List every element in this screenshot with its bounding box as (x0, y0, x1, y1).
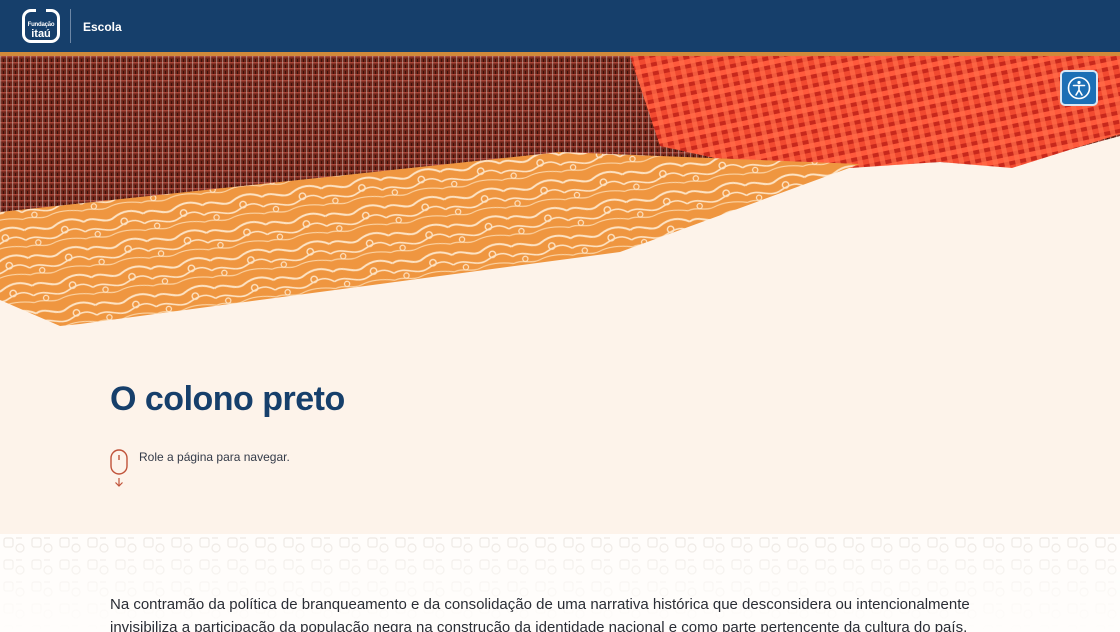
mouse-scroll-icon (110, 449, 128, 487)
hero-banner (0, 56, 1120, 336)
accessibility-icon (1067, 76, 1091, 100)
scroll-hint-text: Role a página para navegar. (139, 450, 290, 464)
header-divider (70, 9, 71, 43)
logo-line2: itaú (31, 28, 51, 40)
accessibility-button[interactable] (1060, 70, 1098, 106)
page-title: O colono preto (110, 380, 345, 418)
fundacao-itau-logo[interactable]: Fundação itaú (22, 8, 60, 43)
textile-collage-image (0, 56, 1120, 336)
top-header: Fundação itaú Escola (0, 0, 1120, 52)
brand-escola[interactable]: Escola (83, 20, 122, 34)
intro-paragraph: Na contramão da política de branqueament… (110, 596, 970, 632)
